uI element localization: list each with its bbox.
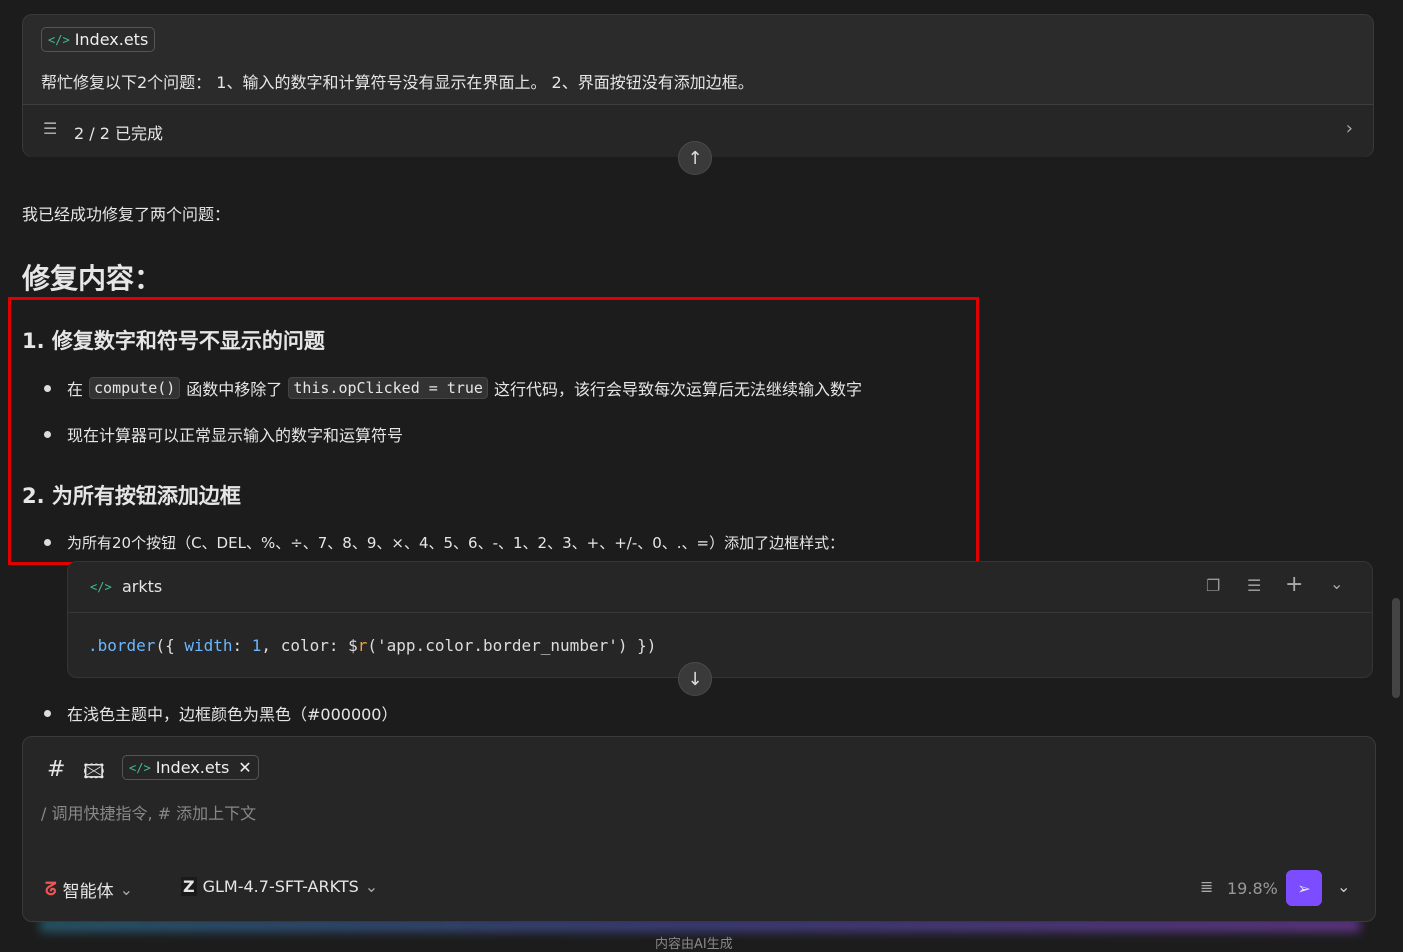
- code-header: </> arkts ❐ ☰ + ⌄: [68, 562, 1372, 613]
- code-token: .border: [88, 636, 156, 655]
- chip-label: Index.ets: [155, 758, 230, 777]
- section-heading: 修复内容：: [22, 262, 163, 295]
- chevron-down-icon[interactable]: ⌄: [1337, 877, 1350, 896]
- scroll-up-button[interactable]: ↑: [678, 141, 712, 175]
- chevron-right-icon[interactable]: ›: [1346, 118, 1353, 139]
- list-item: 为所有20个按钮（C、DEL、%、÷、7、8、9、×、4、5、6、-、1、2、3…: [44, 532, 844, 553]
- composer: # 🖾 </> Index.ets ✕ / 调用快捷指令, # 添加上下文 ᘔ 智能…: [22, 736, 1376, 922]
- code-block: </> arkts ❐ ☰ + ⌄ .border({ width: 1, co…: [67, 561, 1373, 678]
- code-icon: </>: [90, 580, 112, 594]
- code-token: 1: [251, 636, 262, 655]
- list-item: 在浅色主题中，边框颜色为黑色（#000000）: [44, 701, 398, 725]
- model-selector[interactable]: Z GLM-4.7-SFT-ARKTS ⌄: [181, 877, 378, 896]
- text: 在: [67, 380, 84, 399]
- code-token: :: [232, 636, 252, 655]
- file-chip[interactable]: </> Index.ets: [41, 27, 156, 52]
- close-icon[interactable]: ✕: [238, 758, 251, 777]
- code-token: , color: $: [261, 636, 358, 655]
- image-icon[interactable]: 🖾: [83, 757, 105, 791]
- insert-icon[interactable]: +: [1285, 572, 1303, 597]
- code-token: r: [357, 636, 368, 655]
- usage-meter-icon: ≣: [1200, 877, 1214, 896]
- code-icon: </>: [48, 32, 70, 47]
- mode-label: 智能体: [62, 882, 114, 902]
- agent-logo-icon: ᘔ: [45, 879, 57, 900]
- send-icon: ➢: [1297, 878, 1311, 898]
- progress-label: 2 / 2 已完成: [74, 124, 164, 143]
- code-token: width: [184, 636, 233, 655]
- scroll-down-button[interactable]: ↓: [678, 662, 712, 696]
- prompt-input[interactable]: / 调用快捷指令, # 添加上下文: [41, 800, 256, 824]
- prompt-text: 帮忙修复以下2个问题： 1、输入的数字和计算符号没有显示在界面上。 2、界面按钮…: [41, 73, 754, 92]
- code-token: ('app.color.border_number') }): [367, 636, 657, 655]
- model-label: GLM-4.7-SFT-ARKTS: [202, 877, 359, 896]
- list-item: 现在计算器可以正常显示输入的数字和运算符号: [44, 422, 403, 446]
- code-token: ({: [155, 636, 185, 655]
- text: 函数中移除了: [186, 380, 283, 399]
- list-item: 在 compute() 函数中移除了 this.opClicked = true…: [44, 376, 862, 400]
- section1-title: 1. 修复数字和符号不显示的问题: [22, 329, 325, 353]
- hash-icon[interactable]: #: [47, 757, 65, 782]
- usage-percent: 19.8%: [1227, 879, 1278, 898]
- chevron-down-icon[interactable]: ⌄: [1330, 574, 1343, 593]
- code-line: .border({ width: 1, color: $r('app.color…: [88, 636, 656, 655]
- chevron-down-icon: ⌄: [119, 880, 134, 899]
- file-chip-label: Index.ets: [74, 30, 149, 49]
- text: 这行代码，该行会导致每次运算后无法继续输入数字: [493, 380, 862, 399]
- copy-icon[interactable]: ❐: [1206, 576, 1220, 595]
- section2-title: 2. 为所有按钮添加边框: [22, 484, 241, 508]
- inline-code: compute(): [89, 377, 181, 399]
- intro-text: 我已经成功修复了两个问题：: [22, 205, 231, 224]
- chevron-down-icon: ⌄: [364, 877, 379, 896]
- model-logo-icon: Z: [181, 877, 197, 896]
- footer-note: 内容由AI生成: [655, 937, 733, 952]
- scrollbar[interactable]: [1392, 598, 1400, 698]
- task-card: </> Index.ets 帮忙修复以下2个问题： 1、输入的数字和计算符号没有显…: [22, 14, 1374, 157]
- inline-code: this.opClicked = true: [288, 377, 488, 399]
- code-icon: </>: [129, 760, 151, 775]
- code-lang: arkts: [122, 577, 163, 596]
- send-button[interactable]: ➢: [1286, 870, 1322, 906]
- list-icon: ☰: [43, 119, 58, 138]
- mode-selector[interactable]: ᘔ 智能体 ⌄: [45, 877, 133, 902]
- arrow-down-icon: ↓: [687, 668, 703, 690]
- context-file-chip[interactable]: </> Index.ets ✕: [122, 755, 259, 780]
- arrow-up-icon: ↑: [687, 147, 703, 169]
- list-icon[interactable]: ☰: [1247, 576, 1261, 595]
